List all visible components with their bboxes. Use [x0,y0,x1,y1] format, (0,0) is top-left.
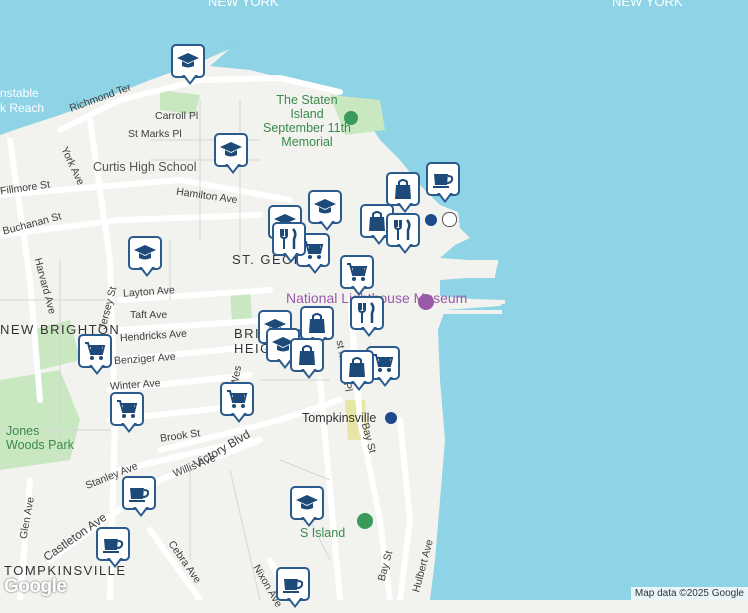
poi-label-tompkinsville-station[interactable]: Tompkinsville [302,411,376,425]
map-attribution[interactable]: Map data ©2025 Google [630,587,748,600]
google-logo: Google [4,576,67,597]
transit-icon-st-george[interactable] [425,214,437,226]
street-label-taft-ave: Taft Ave [130,309,168,321]
water-label-new-york-2: NEW YORK [612,0,683,9]
cutlery-icon [280,228,297,249]
map-marker-cutlery[interactable] [386,213,424,259]
transit-icon[interactable] [385,412,397,424]
map-marker-bag[interactable] [290,338,328,384]
map-marker-school[interactable] [128,236,166,282]
museum-pin-icon[interactable] [418,294,434,310]
bag-icon [299,345,315,365]
street-label-st-marks-pl: St Marks Pl [128,128,182,140]
map-marker-cart[interactable] [110,392,148,438]
map-marker-cutlery[interactable] [350,296,388,342]
map-marker-school[interactable] [214,133,252,179]
cutlery-icon [394,219,411,240]
poi-label-memorial[interactable]: The Staten Island September 11th Memoria… [262,93,352,149]
poi-label-jones-woods-park[interactable]: Jones Woods Park [6,424,76,452]
coffee-icon [433,174,454,188]
map-marker-school[interactable] [171,44,209,90]
poi-label-curtis-high-school[interactable]: Curtis High School [93,160,197,174]
map-marker-coffee[interactable] [426,162,464,208]
bag-icon [349,357,365,377]
ferry-icon[interactable] [442,212,457,227]
cart-icon [347,263,368,281]
coffee-icon [129,488,150,502]
cart-icon [227,390,248,408]
map-marker-bag[interactable] [340,350,378,396]
school-icon [296,495,318,510]
cutlery-icon [358,302,375,323]
street-label-carroll-pl: Carroll Pl [155,110,199,122]
map-marker-cart[interactable] [340,255,378,301]
map-marker-school[interactable] [290,486,328,532]
water-label-constable: nstable [0,86,39,100]
school-icon [220,142,242,157]
map-canvas[interactable]: NEW YORK NEW YORK nstable k Reach Richmo… [0,0,748,609]
map-marker-coffee[interactable] [276,567,314,613]
bag-icon [395,179,411,199]
cart-icon [85,342,106,360]
school-icon [314,199,336,214]
coffee-icon [103,539,124,553]
park-pin-icon[interactable] [344,111,358,125]
bag-icon [309,313,325,333]
park-pin-icon-2[interactable] [357,513,373,529]
map-marker-cart[interactable] [220,382,258,428]
map-marker-school[interactable] [308,190,346,236]
school-icon [177,53,199,68]
cart-icon [117,400,138,418]
map-marker-cart[interactable] [78,334,116,380]
coffee-icon [283,579,304,593]
water-label-reach: k Reach [0,101,45,115]
map-marker-coffee[interactable] [122,476,160,522]
map-marker-cutlery[interactable] [272,222,310,268]
school-icon [134,245,156,260]
map-marker-coffee[interactable] [96,527,134,573]
water-label-new-york-1: NEW YORK [208,0,279,9]
